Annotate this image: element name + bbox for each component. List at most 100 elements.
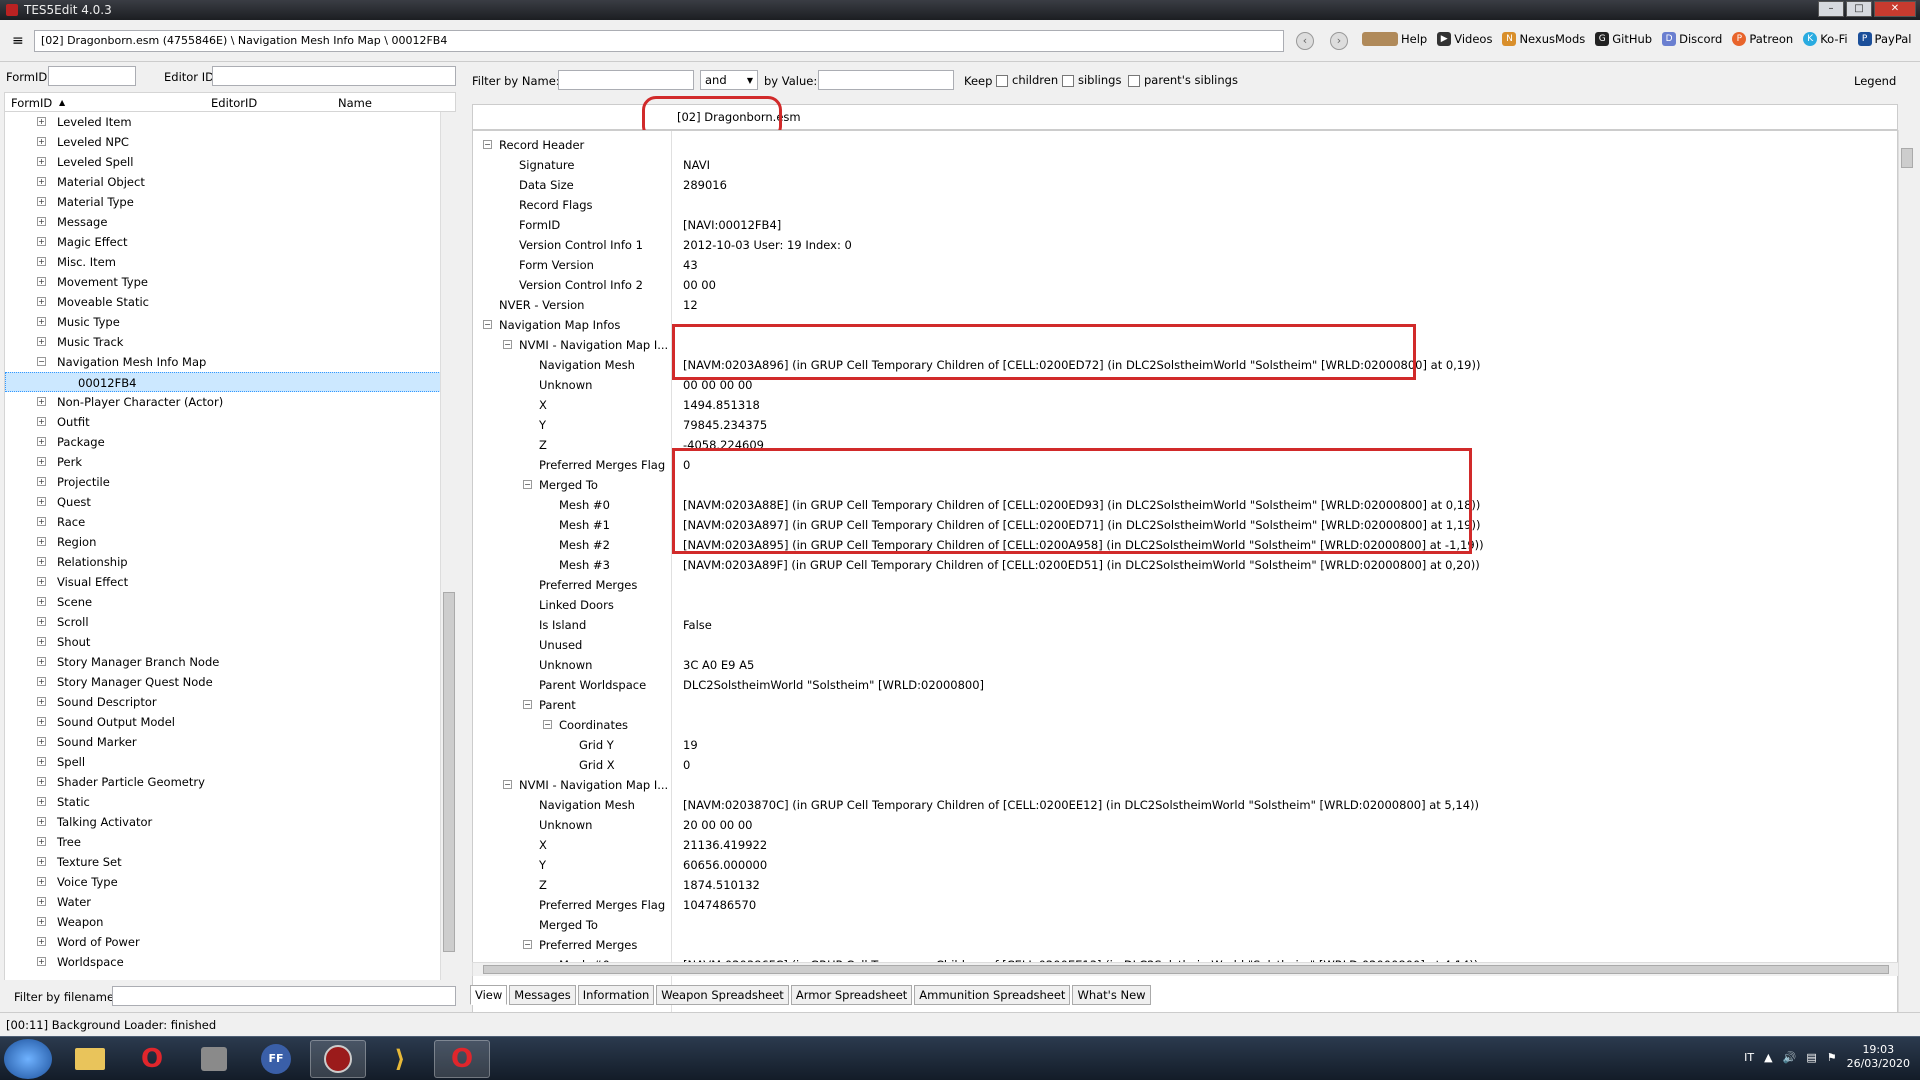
tree-item[interactable]: + Outfit: [5, 412, 440, 432]
tree-item[interactable]: + Spell: [5, 752, 440, 772]
language-indicator[interactable]: IT: [1744, 1051, 1754, 1064]
grid-vscrollbar[interactable]: [1898, 130, 1914, 1026]
tree-item[interactable]: + Story Manager Quest Node: [5, 672, 440, 692]
expand-icon[interactable]: +: [37, 557, 46, 566]
tree-item[interactable]: + Leveled Item: [5, 112, 440, 132]
expand-icon[interactable]: +: [37, 717, 46, 726]
tree-item[interactable]: + Misc. Item: [5, 252, 440, 272]
github-link[interactable]: G GitHub: [1595, 32, 1652, 46]
shortcut-icon[interactable]: ⟩: [372, 1040, 428, 1078]
expand-icon[interactable]: +: [37, 757, 46, 766]
column-formid[interactable]: FormID: [11, 96, 52, 110]
grid-vscroll-thumb[interactable]: [1901, 148, 1913, 168]
tree-item[interactable]: + Word of Power: [5, 932, 440, 952]
filter-value-input[interactable]: [818, 70, 954, 90]
field-value[interactable]: NAVI: [683, 155, 710, 175]
tree-item[interactable]: + Region: [5, 532, 440, 552]
record-row[interactable]: Grid Y 19: [473, 735, 1897, 755]
field-value[interactable]: 79845.234375: [683, 415, 767, 435]
tree-item[interactable]: + Worldspace: [5, 952, 440, 972]
expand-icon[interactable]: +: [37, 437, 46, 446]
collapse-icon[interactable]: −: [37, 357, 46, 366]
tree-item[interactable]: + Visual Effect: [5, 572, 440, 592]
tree-item[interactable]: + Water: [5, 892, 440, 912]
record-row[interactable]: NVER - Version 12: [473, 295, 1897, 315]
field-value[interactable]: 21136.419922: [683, 835, 767, 855]
expand-icon[interactable]: +: [37, 637, 46, 646]
expand-icon[interactable]: +: [37, 817, 46, 826]
expand-icon[interactable]: +: [37, 417, 46, 426]
tree-scrollbar[interactable]: [440, 112, 456, 980]
expand-icon[interactable]: +: [37, 217, 46, 226]
record-row[interactable]: Z 1874.510132: [473, 875, 1897, 895]
expand-icon[interactable]: +: [37, 857, 46, 866]
tree-item[interactable]: + Moveable Static: [5, 292, 440, 312]
minimize-button[interactable]: –: [1818, 1, 1844, 17]
tree-item[interactable]: + Sound Marker: [5, 732, 440, 752]
expand-icon[interactable]: +: [37, 457, 46, 466]
tree-item[interactable]: + Magic Effect: [5, 232, 440, 252]
column-name[interactable]: Name: [338, 96, 372, 110]
record-row[interactable]: − Coordinates: [473, 715, 1897, 735]
expand-icon[interactable]: +: [37, 277, 46, 286]
expand-icon[interactable]: +: [37, 737, 46, 746]
maximize-button[interactable]: □: [1846, 1, 1872, 17]
record-row[interactable]: FormID [NAVI:00012FB4]: [473, 215, 1897, 235]
collapse-icon[interactable]: −: [503, 780, 512, 789]
expand-icon[interactable]: +: [37, 797, 46, 806]
clock[interactable]: 19:03 26/03/2020: [1847, 1043, 1910, 1071]
tree-item[interactable]: + Story Manager Branch Node: [5, 652, 440, 672]
expand-icon[interactable]: +: [37, 317, 46, 326]
volume-icon[interactable]: 🔊: [1783, 1051, 1797, 1064]
record-row[interactable]: Unknown 3C A0 E9 A5: [473, 655, 1897, 675]
hamburger-icon[interactable]: ≡: [12, 34, 24, 48]
column-editorid[interactable]: EditorID: [211, 96, 257, 110]
tree-item[interactable]: + Music Track: [5, 332, 440, 352]
collapse-icon[interactable]: −: [523, 480, 532, 489]
expand-icon[interactable]: +: [37, 697, 46, 706]
tree-item[interactable]: + Material Object: [5, 172, 440, 192]
tree-item[interactable]: + Static: [5, 792, 440, 812]
expand-icon[interactable]: +: [37, 397, 46, 406]
tree-scroll-thumb[interactable]: [443, 592, 455, 952]
field-value[interactable]: 1874.510132: [683, 875, 760, 895]
expand-icon[interactable]: +: [37, 537, 46, 546]
forward-icon[interactable]: ›: [1330, 32, 1348, 50]
tree-item[interactable]: + Scene: [5, 592, 440, 612]
keep-siblings-checkbox[interactable]: siblings: [1062, 73, 1121, 87]
formid-input[interactable]: [48, 66, 136, 86]
record-row[interactable]: Is Island False: [473, 615, 1897, 635]
tree-item[interactable]: + Music Type: [5, 312, 440, 332]
field-value[interactable]: 00 00: [683, 275, 716, 295]
expand-icon[interactable]: +: [37, 957, 46, 966]
tree-item[interactable]: + Quest: [5, 492, 440, 512]
tree-item[interactable]: + Talking Activator: [5, 812, 440, 832]
expand-icon[interactable]: +: [37, 937, 46, 946]
filter-op-select[interactable]: and ▼: [700, 70, 758, 90]
record-row[interactable]: Version Control Info 2 00 00: [473, 275, 1897, 295]
expand-icon[interactable]: +: [37, 157, 46, 166]
patreon-link[interactable]: P Patreon: [1732, 32, 1793, 46]
collapse-icon[interactable]: −: [483, 140, 492, 149]
tree-item[interactable]: + Non-Player Character (Actor): [5, 392, 440, 412]
field-value[interactable]: 2012-10-03 User: 19 Index: 0: [683, 235, 852, 255]
keep-parents-siblings-checkbox[interactable]: parent's siblings: [1128, 73, 1238, 87]
tree-item[interactable]: + Texture Set: [5, 852, 440, 872]
field-value[interactable]: 43: [683, 255, 698, 275]
kofi-link[interactable]: K Ko-Fi: [1803, 32, 1848, 46]
keep-children-checkbox[interactable]: children: [996, 73, 1058, 87]
expand-icon[interactable]: +: [37, 477, 46, 486]
expand-icon[interactable]: +: [37, 117, 46, 126]
field-value[interactable]: 1047486570: [683, 895, 756, 915]
record-row[interactable]: − Preferred Merges: [473, 935, 1897, 955]
videos-link[interactable]: ▶ Videos: [1437, 32, 1492, 46]
record-row[interactable]: Parent Worldspace DLC2SolstheimWorld "Sol…: [473, 675, 1897, 695]
tree-item[interactable]: + Tree: [5, 832, 440, 852]
tree-item[interactable]: + Package: [5, 432, 440, 452]
tree-item[interactable]: + Movement Type: [5, 272, 440, 292]
field-value[interactable]: DLC2SolstheimWorld "Solstheim" [WRLD:020…: [683, 675, 984, 695]
record-row[interactable]: Mesh #3 [NAVM:0203A89F] (in GRUP Cell Tem…: [473, 555, 1897, 575]
tab-weapon-spreadsheet[interactable]: Weapon Spreadsheet: [656, 985, 789, 1005]
field-value[interactable]: 20 00 00 00: [683, 815, 753, 835]
record-row[interactable]: X 21136.419922: [473, 835, 1897, 855]
